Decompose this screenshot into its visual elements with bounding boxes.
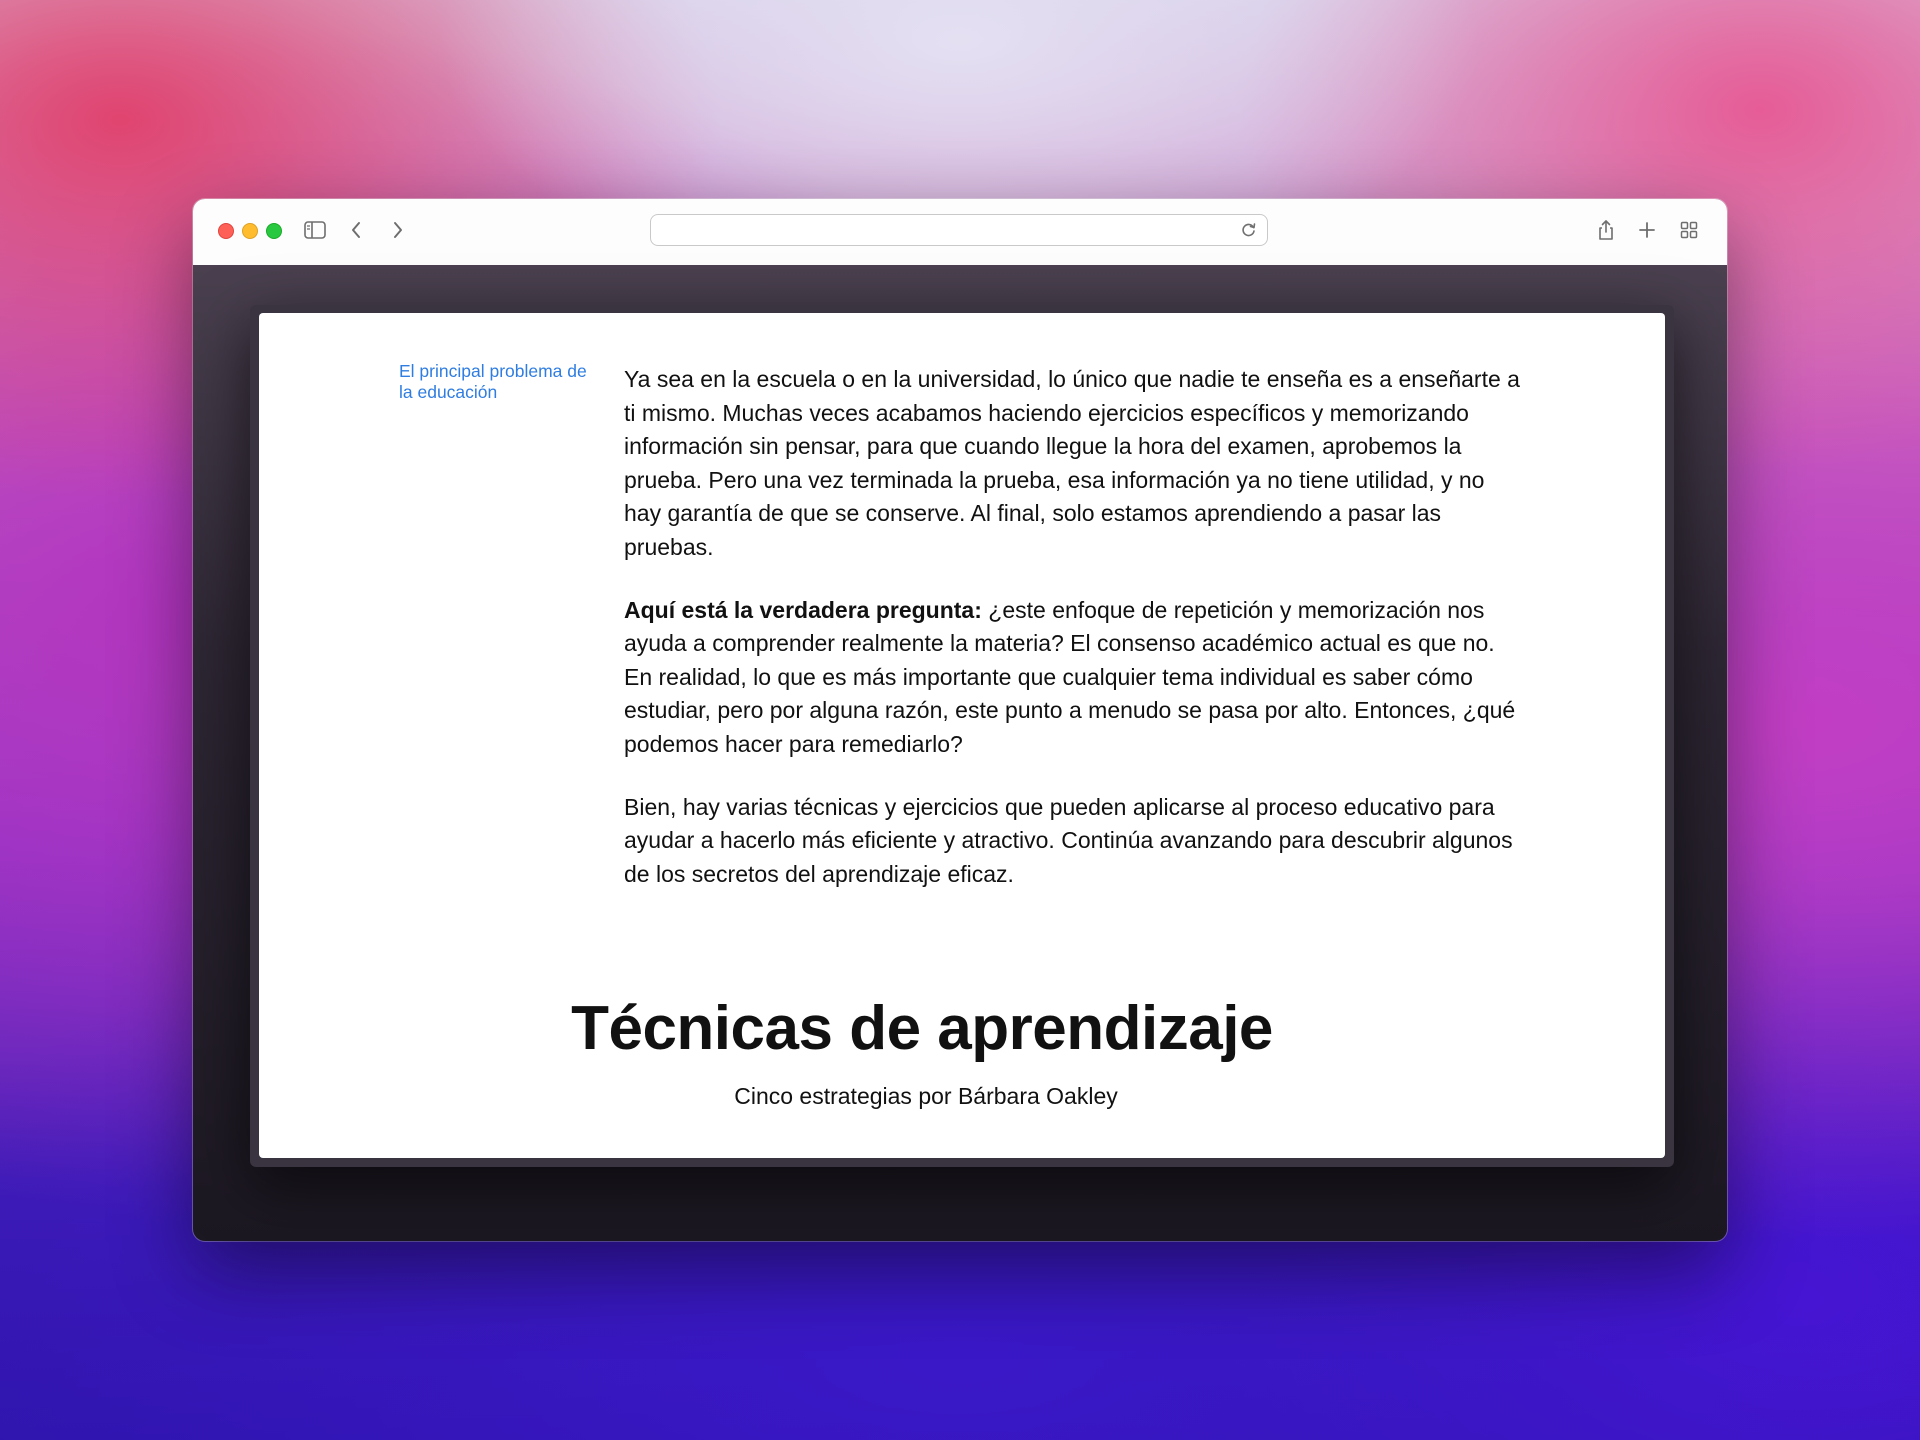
paragraph-text: Ya sea en la escuela o en la universidad… <box>624 366 1520 560</box>
paragraph-bold: Aquí está la verdadera pregunta: <box>624 596 982 623</box>
zoom-button[interactable] <box>266 223 282 239</box>
article-page: El principal problema de la educación Ya… <box>259 313 1665 1158</box>
reload-icon[interactable] <box>1240 221 1258 239</box>
sidebar-icon[interactable] <box>302 217 328 243</box>
close-button[interactable] <box>218 223 234 239</box>
share-icon[interactable] <box>1593 217 1619 243</box>
section-subheading: Cinco estrategias por Bárbara Oakley <box>734 1083 1118 1109</box>
minimize-button[interactable] <box>242 223 258 239</box>
article-body: Ya sea en la escuela o en la universidad… <box>624 363 1524 920</box>
section-link[interactable]: El principal problema de la educación <box>399 361 589 403</box>
paragraph: Aquí está la verdadera pregunta: ¿este e… <box>624 594 1524 762</box>
paragraph-text: Bien, hay varias técnicas y ejercicios q… <box>624 793 1513 887</box>
section-heading: Técnicas de aprendizaje <box>571 994 1273 1063</box>
tab-grid-icon[interactable] <box>1676 217 1702 243</box>
plus-icon[interactable] <box>1634 217 1660 243</box>
browser-toolbar <box>193 199 1727 266</box>
paragraph: Ya sea en la escuela o en la universidad… <box>624 363 1524 565</box>
back-chevron-icon[interactable] <box>343 217 369 243</box>
paragraph: Bien, hay varias técnicas y ejercicios q… <box>624 791 1524 892</box>
address-bar[interactable] <box>650 214 1268 246</box>
forward-chevron-icon[interactable] <box>385 217 411 243</box>
browser-window: El principal problema de la educación Ya… <box>193 199 1727 1241</box>
